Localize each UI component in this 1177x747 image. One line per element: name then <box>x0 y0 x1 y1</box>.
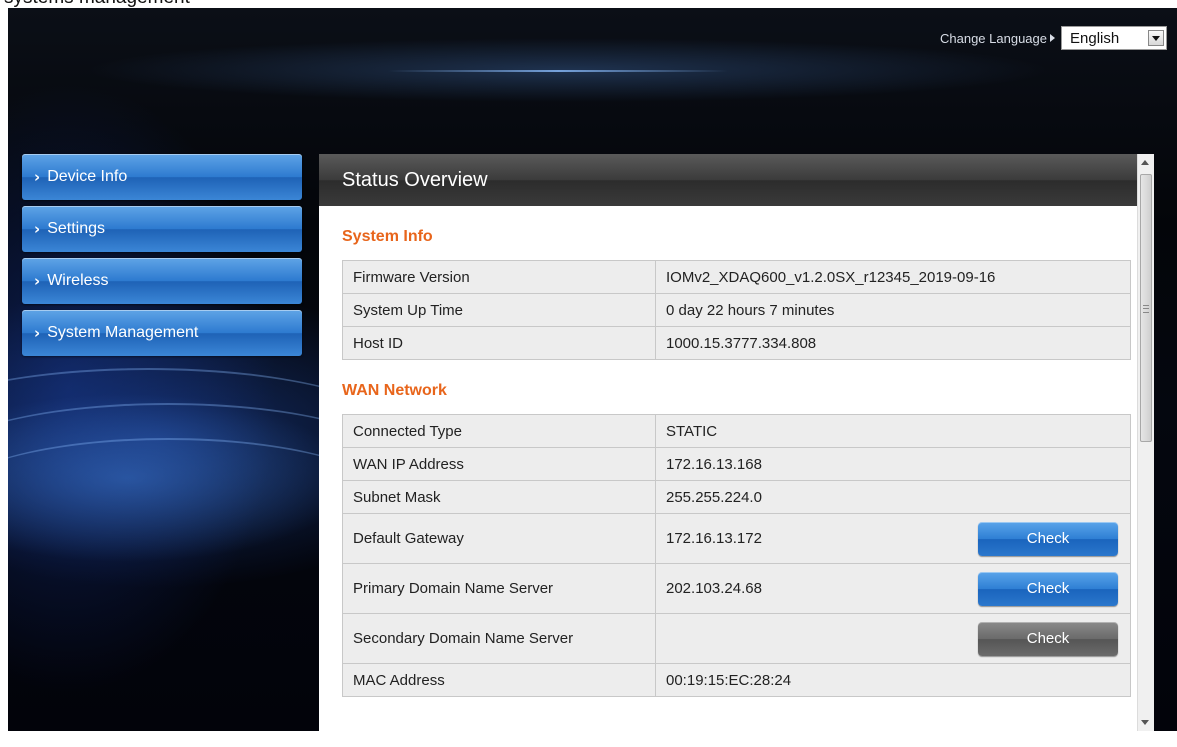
row-value: 172.16.13.172 <box>666 530 762 547</box>
chevron-down-icon[interactable] <box>1148 30 1164 46</box>
row-label: Subnet Mask <box>342 480 656 514</box>
row-value: 0 day 22 hours 7 minutes <box>655 293 1131 327</box>
row-label: Default Gateway <box>342 513 656 564</box>
status-overview-panel: Status Overview System Info Firmware Ver… <box>319 154 1154 731</box>
row-label: Secondary Domain Name Server <box>342 613 656 664</box>
system-info-heading: System Info <box>342 228 433 245</box>
row-label: System Up Time <box>342 293 656 327</box>
sidebar-item-label: System Management <box>47 324 199 341</box>
sidebar-item-device-info[interactable]: › Device Info <box>22 154 302 200</box>
sidebar-item-system-management[interactable]: › System Management <box>22 310 302 356</box>
row-value: STATIC <box>655 414 1131 448</box>
row-label: Primary Domain Name Server <box>342 563 656 614</box>
change-language-text: Change Language <box>940 30 1047 46</box>
row-value: 255.255.224.0 <box>655 480 1131 514</box>
row-value-cell: Check <box>655 613 1131 664</box>
table-row: Default Gateway 172.16.13.172 Check <box>342 513 1131 564</box>
sidebar-nav: › Device Info › Settings › Wireless › Sy… <box>22 154 302 362</box>
language-select[interactable]: English <box>1061 26 1167 50</box>
row-value-cell: 172.16.13.172 Check <box>655 513 1131 564</box>
chevron-right-icon: › <box>34 168 41 186</box>
language-select-value: English <box>1070 29 1120 47</box>
sidebar-item-label: Settings <box>47 220 105 237</box>
value-with-button: 202.103.24.68 Check <box>666 571 1120 606</box>
vertical-scrollbar[interactable] <box>1137 154 1154 731</box>
page-caption: systems management <box>0 0 1177 8</box>
scrollbar-thumb[interactable] <box>1140 174 1152 442</box>
wan-network-heading: WAN Network <box>342 382 447 399</box>
row-value: IOMv2_XDAQ600_v1.2.0SX_r12345_2019-09-16 <box>655 260 1131 294</box>
table-row: Subnet Mask 255.255.224.0 <box>342 480 1131 514</box>
check-gateway-button[interactable]: Check <box>978 521 1118 556</box>
sidebar-item-label: Device Info <box>47 168 128 185</box>
system-info-table: Firmware Version IOMv2_XDAQ600_v1.2.0SX_… <box>342 260 1131 360</box>
value-with-button: 172.16.13.172 Check <box>666 521 1120 556</box>
row-value: 202.103.24.68 <box>666 580 762 597</box>
value-with-button: Check <box>666 621 1120 656</box>
row-label: Firmware Version <box>342 260 656 294</box>
grip-icon <box>1143 305 1149 313</box>
table-row: WAN IP Address 172.16.13.168 <box>342 447 1131 481</box>
table-row: System Up Time 0 day 22 hours 7 minutes <box>342 293 1131 327</box>
change-language-label: Change Language <box>940 31 1055 46</box>
router-admin-page: Change Language English › Device Info › … <box>8 8 1177 731</box>
chevron-right-icon: › <box>34 272 41 290</box>
page-title: Status Overview <box>342 168 488 191</box>
row-label: WAN IP Address <box>342 447 656 481</box>
language-bar: Change Language English <box>940 26 1167 50</box>
row-label: Connected Type <box>342 414 656 448</box>
table-row: Primary Domain Name Server 202.103.24.68… <box>342 563 1131 614</box>
sidebar-item-settings[interactable]: › Settings <box>22 206 302 252</box>
sidebar-item-wireless[interactable]: › Wireless <box>22 258 302 304</box>
scroll-up-icon[interactable] <box>1141 160 1149 165</box>
table-row: Connected Type STATIC <box>342 414 1131 448</box>
scroll-down-icon[interactable] <box>1141 720 1149 725</box>
row-label: MAC Address <box>342 663 656 697</box>
page-caption-text: systems management <box>4 0 190 8</box>
chevron-right-icon: › <box>34 220 41 238</box>
check-secondary-dns-button[interactable]: Check <box>978 621 1118 656</box>
table-row: Firmware Version IOMv2_XDAQ600_v1.2.0SX_… <box>342 260 1131 294</box>
row-value: 1000.15.3777.334.808 <box>655 326 1131 360</box>
play-arrow-icon <box>1050 34 1055 42</box>
row-value-cell: 202.103.24.68 Check <box>655 563 1131 614</box>
chevron-right-icon: › <box>34 324 41 342</box>
row-value: 172.16.13.168 <box>655 447 1131 481</box>
table-row: MAC Address 00:19:15:EC:28:24 <box>342 663 1131 697</box>
sidebar-item-label: Wireless <box>47 272 109 289</box>
check-primary-dns-button[interactable]: Check <box>978 571 1118 606</box>
panel-header: Status Overview <box>319 154 1154 206</box>
wan-network-table: Connected Type STATIC WAN IP Address 172… <box>342 414 1131 697</box>
table-row: Secondary Domain Name Server Check <box>342 613 1131 664</box>
row-label: Host ID <box>342 326 656 360</box>
header-glint <box>388 70 728 72</box>
row-value: 00:19:15:EC:28:24 <box>655 663 1131 697</box>
table-row: Host ID 1000.15.3777.334.808 <box>342 326 1131 360</box>
